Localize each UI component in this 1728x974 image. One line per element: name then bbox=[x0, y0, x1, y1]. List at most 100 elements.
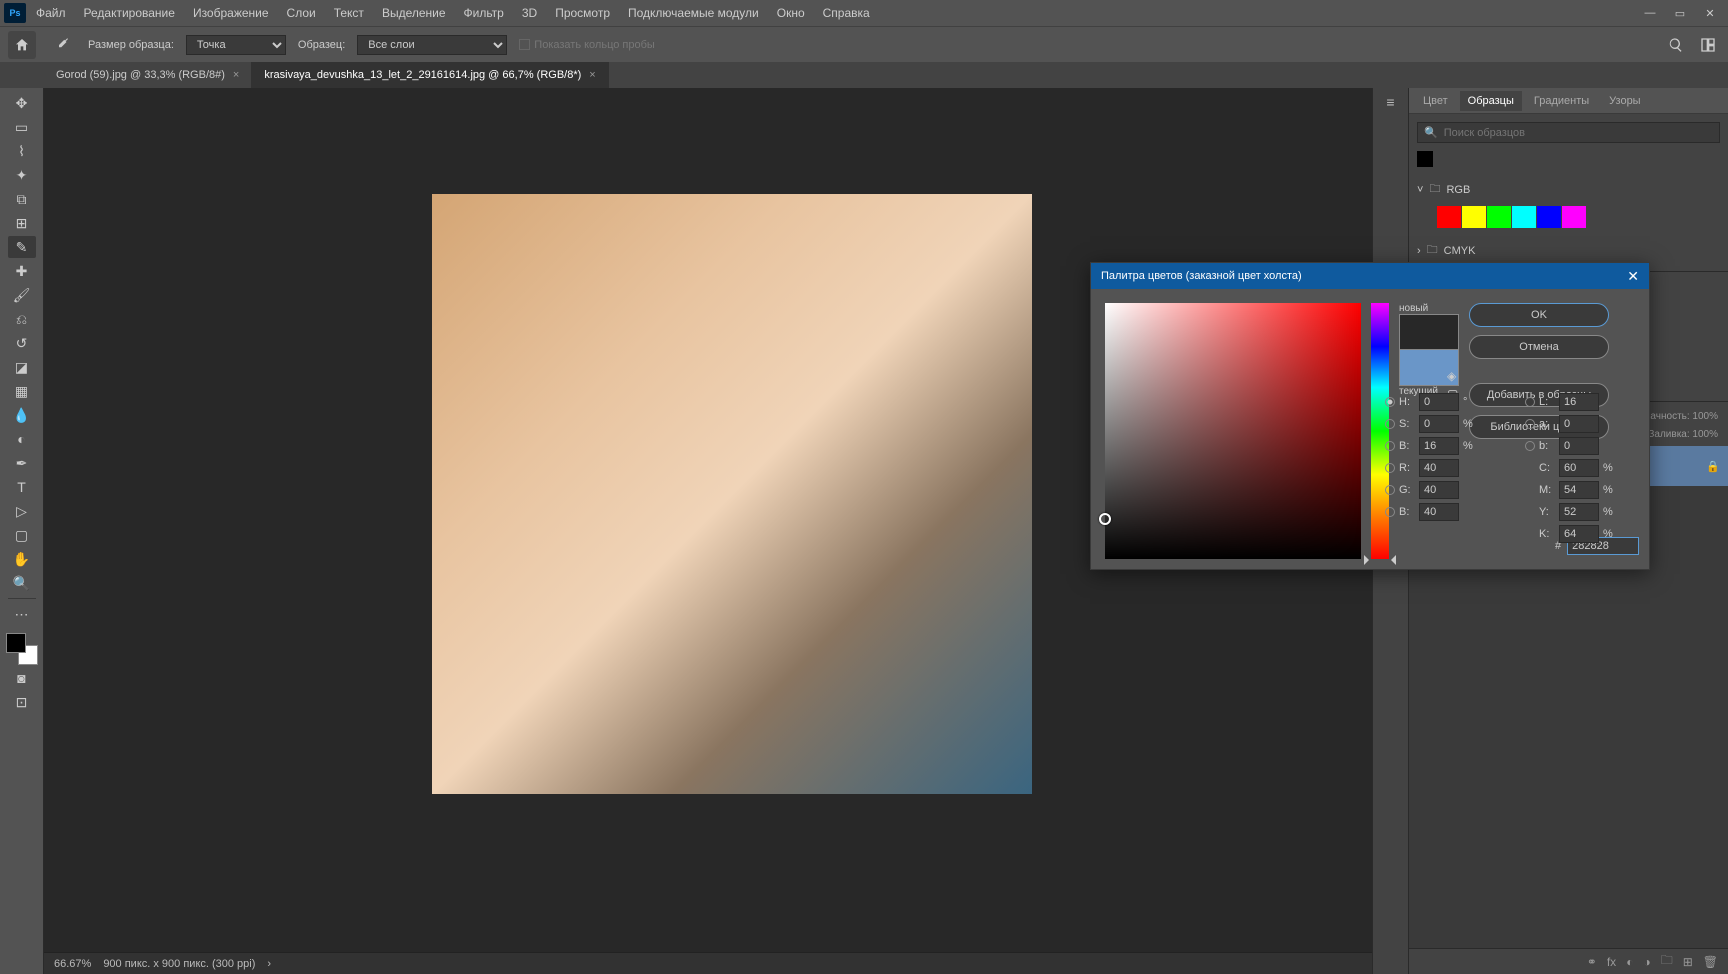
close-window-icon[interactable]: ✕ bbox=[1696, 3, 1724, 23]
search-icon[interactable] bbox=[1664, 33, 1688, 57]
brush-tool-icon[interactable]: 🖌 bbox=[8, 284, 36, 306]
status-arrow-icon[interactable]: › bbox=[267, 958, 271, 970]
new-layer-icon[interactable]: ⊞ bbox=[1683, 955, 1693, 969]
s-input[interactable]: S:% bbox=[1385, 415, 1495, 433]
swatch-green[interactable] bbox=[1487, 206, 1511, 228]
eyedropper-tool-icon[interactable] bbox=[48, 31, 76, 59]
sample-size-select[interactable]: Точка bbox=[186, 35, 286, 55]
menu-view[interactable]: Просмотр bbox=[547, 2, 618, 24]
zoom-tool-icon[interactable]: 🔍 bbox=[8, 572, 36, 594]
adjustment-icon[interactable]: ◑ bbox=[1643, 955, 1650, 969]
g-input[interactable]: G: bbox=[1385, 481, 1495, 499]
menu-text[interactable]: Текст bbox=[326, 2, 372, 24]
y-input[interactable]: Y:% bbox=[1525, 503, 1635, 521]
panel-tab-color[interactable]: Цвет bbox=[1415, 91, 1456, 111]
lock-icon[interactable]: 🔒 bbox=[1706, 460, 1720, 473]
swatch-search-input[interactable] bbox=[1444, 127, 1713, 139]
fx-icon[interactable]: fx bbox=[1607, 955, 1616, 969]
search-icon: 🔍 bbox=[1424, 126, 1438, 139]
folder-icon: 🗀 bbox=[1429, 180, 1440, 199]
mask-icon[interactable]: ◐ bbox=[1626, 955, 1633, 969]
bb-input[interactable]: B: bbox=[1385, 503, 1495, 521]
frame-tool-icon[interactable]: ⊞ bbox=[8, 212, 36, 234]
close-icon[interactable]: ✕ bbox=[1627, 268, 1639, 285]
m-input[interactable]: M:% bbox=[1525, 481, 1635, 499]
stamp-tool-icon[interactable]: ⎌ bbox=[8, 308, 36, 330]
ok-button[interactable]: OK bbox=[1469, 303, 1609, 327]
move-tool-icon[interactable]: ✥ bbox=[8, 92, 36, 114]
sample-select[interactable]: Все слои bbox=[357, 35, 507, 55]
path-tool-icon[interactable]: ▷ bbox=[8, 500, 36, 522]
healing-tool-icon[interactable]: ✚ bbox=[8, 260, 36, 282]
panel-tab-gradients[interactable]: Градиенты bbox=[1526, 91, 1597, 111]
show-ring-checkbox[interactable]: Показать кольцо пробы bbox=[519, 39, 655, 51]
eyedropper-tool-icon[interactable]: ✎ bbox=[8, 236, 36, 258]
edit-toolbar-icon[interactable]: ⋯ bbox=[8, 603, 36, 625]
r-input[interactable]: R: bbox=[1385, 459, 1495, 477]
menu-help[interactable]: Справка bbox=[815, 2, 878, 24]
history-brush-tool-icon[interactable]: ↺ bbox=[8, 332, 36, 354]
menu-layers[interactable]: Слои bbox=[279, 2, 324, 24]
swatch-search[interactable]: 🔍 bbox=[1417, 122, 1720, 143]
panel-tab-patterns[interactable]: Узоры bbox=[1601, 91, 1648, 111]
swatch-magenta[interactable] bbox=[1562, 206, 1586, 228]
swatch-blue[interactable] bbox=[1537, 206, 1561, 228]
maximize-icon[interactable]: ▭ bbox=[1666, 3, 1694, 23]
tab-document-1[interactable]: Gorod (59).jpg @ 33,3% (RGB/8#)× bbox=[44, 62, 252, 88]
h-input[interactable]: H:° bbox=[1385, 393, 1495, 411]
b-input[interactable]: b: bbox=[1525, 437, 1635, 455]
delete-icon[interactable]: 🗑 bbox=[1703, 955, 1718, 969]
cancel-button[interactable]: Отмена bbox=[1469, 335, 1609, 359]
k-input[interactable]: K:% bbox=[1525, 525, 1635, 543]
group-icon[interactable]: 🗀 bbox=[1661, 951, 1673, 972]
hand-tool-icon[interactable]: ✋ bbox=[8, 548, 36, 570]
panel-tab-swatches[interactable]: Образцы bbox=[1460, 91, 1522, 111]
pen-tool-icon[interactable]: ✒ bbox=[8, 452, 36, 474]
shape-tool-icon[interactable]: ▢ bbox=[8, 524, 36, 546]
menu-filter[interactable]: Фильтр bbox=[456, 2, 512, 24]
swatch-group-cmyk[interactable]: › 🗀 CMYK bbox=[1417, 238, 1720, 263]
menu-plugins[interactable]: Подключаемые модули bbox=[620, 2, 767, 24]
screenmode-tool-icon[interactable]: ⊡ bbox=[8, 691, 36, 713]
magic-wand-tool-icon[interactable]: ✦ bbox=[8, 164, 36, 186]
swatch-red[interactable] bbox=[1437, 206, 1461, 228]
close-tab-icon[interactable]: × bbox=[589, 69, 595, 81]
home-icon[interactable] bbox=[8, 31, 36, 59]
c-input[interactable]: C:% bbox=[1525, 459, 1635, 477]
tab-document-2[interactable]: krasivaya_devushka_13_let_2_29161614.jpg… bbox=[252, 62, 608, 88]
bv-input[interactable]: B:% bbox=[1385, 437, 1495, 455]
swatch-current[interactable] bbox=[1417, 151, 1433, 167]
history-panel-icon[interactable]: ≡ bbox=[1386, 94, 1394, 110]
eraser-tool-icon[interactable]: ◪ bbox=[8, 356, 36, 378]
menu-file[interactable]: Файл bbox=[28, 2, 74, 24]
crop-tool-icon[interactable]: ⧉ bbox=[8, 188, 36, 210]
a-input[interactable]: a: bbox=[1525, 415, 1635, 433]
l-input[interactable]: L: bbox=[1525, 393, 1635, 411]
close-tab-icon[interactable]: × bbox=[233, 69, 239, 81]
swatch-group-rgb[interactable]: ˅ 🗀 RGB bbox=[1417, 177, 1720, 202]
link-layers-icon[interactable]: ⚭ bbox=[1587, 955, 1597, 969]
quickmask-tool-icon[interactable]: ◙ bbox=[8, 667, 36, 689]
document-image bbox=[432, 194, 1032, 794]
lasso-tool-icon[interactable]: ⌇ bbox=[8, 140, 36, 162]
workspace-icon[interactable] bbox=[1696, 33, 1720, 57]
swatch-yellow[interactable] bbox=[1462, 206, 1486, 228]
menu-window[interactable]: Окно bbox=[769, 2, 813, 24]
dialog-titlebar[interactable]: Палитра цветов (заказной цвет холста) ✕ bbox=[1091, 263, 1649, 289]
marquee-tool-icon[interactable]: ▭ bbox=[8, 116, 36, 138]
dodge-tool-icon[interactable]: ◐ bbox=[8, 428, 36, 450]
menu-select[interactable]: Выделение bbox=[374, 2, 454, 24]
gamut-warning-icon[interactable]: ◈ bbox=[1447, 369, 1458, 383]
zoom-level[interactable]: 66.67% bbox=[54, 958, 91, 970]
gradient-tool-icon[interactable]: ▦ bbox=[8, 380, 36, 402]
minimize-icon[interactable]: — bbox=[1636, 3, 1664, 23]
menu-3d[interactable]: 3D bbox=[514, 2, 545, 24]
foreground-color-swatch[interactable] bbox=[6, 633, 26, 653]
hue-slider-marker[interactable] bbox=[1366, 555, 1394, 563]
menu-image[interactable]: Изображение bbox=[185, 2, 277, 24]
foreground-background-colors[interactable] bbox=[6, 633, 38, 665]
blur-tool-icon[interactable]: 💧 bbox=[8, 404, 36, 426]
swatch-cyan[interactable] bbox=[1512, 206, 1536, 228]
menu-edit[interactable]: Редактирование bbox=[76, 2, 183, 24]
type-tool-icon[interactable]: T bbox=[8, 476, 36, 498]
